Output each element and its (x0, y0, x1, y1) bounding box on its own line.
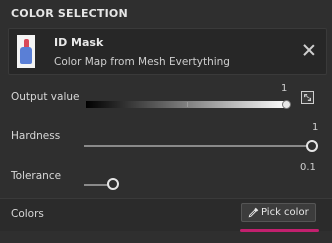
hardness-label: Hardness (11, 130, 61, 142)
pick-color-underline (240, 229, 319, 232)
mask-name: ID Mask (54, 36, 104, 49)
id-mask-thumbnail (17, 35, 35, 68)
pick-color-button[interactable]: Pick color (241, 203, 316, 222)
output-value-label: Output value (11, 91, 80, 103)
eyedropper-icon (248, 207, 259, 218)
colors-row: Colors Pick color (0, 198, 332, 231)
color-selection-panel: COLOR SELECTION ID Mask Color Map from M… (0, 0, 332, 243)
hardness-slider-track[interactable] (84, 145, 310, 147)
mask-card[interactable]: ID Mask Color Map from Mesh Evertything (8, 28, 327, 75)
mask-description: Color Map from Mesh Evertything (54, 56, 230, 68)
tolerance-number: 0.1 (300, 162, 316, 173)
hardness-slider-handle[interactable] (306, 140, 318, 152)
tolerance-slider-handle[interactable] (107, 178, 119, 190)
fit-range-icon[interactable] (301, 91, 314, 104)
output-value-gradient-slider[interactable] (86, 101, 288, 108)
output-value-handle[interactable] (282, 100, 291, 109)
tolerance-slider-track[interactable] (84, 184, 108, 186)
close-icon[interactable] (302, 43, 316, 57)
hardness-number: 1 (312, 122, 319, 133)
pick-color-label: Pick color (261, 207, 309, 218)
output-value-number: 1 (281, 83, 288, 94)
panel-title: COLOR SELECTION (11, 7, 128, 20)
colors-label: Colors (11, 208, 44, 220)
tolerance-label: Tolerance (11, 170, 62, 182)
